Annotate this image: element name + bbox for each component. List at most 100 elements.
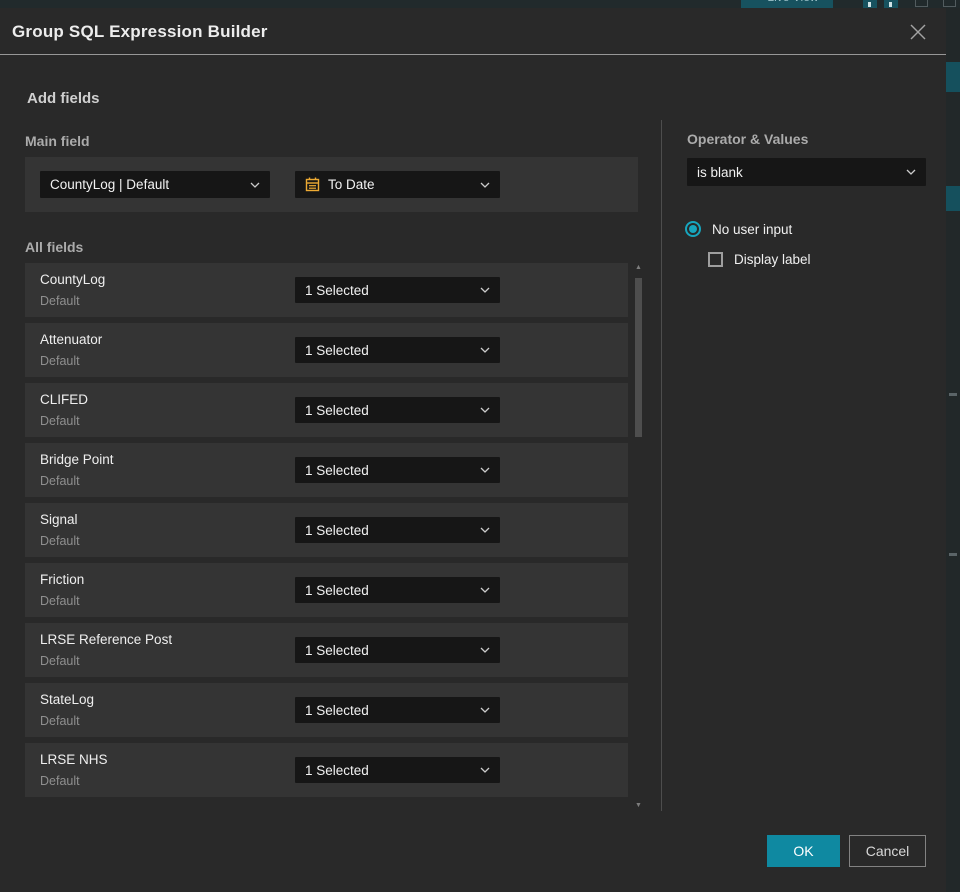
- all-fields-label: All fields: [25, 239, 84, 255]
- chevron-down-icon: [480, 467, 490, 473]
- operator-values-label: Operator & Values: [687, 131, 809, 147]
- background-app-top-strip: Live View: [0, 0, 960, 8]
- field-selected-dropdown[interactable]: 1 Selected: [295, 697, 500, 723]
- sidebar-fragment: [949, 393, 957, 396]
- dialog-header: Group SQL Expression Builder: [0, 8, 946, 55]
- display-label-checkbox[interactable]: Display label: [708, 252, 811, 267]
- toolbar-icon-fragment: [863, 0, 877, 8]
- field-name: Attenuator: [40, 332, 103, 347]
- scrollbar-thumb[interactable]: [635, 278, 642, 437]
- field-name: CLIFED: [40, 392, 89, 407]
- field-subtitle: Default: [40, 294, 80, 308]
- field-row-bridge-point: Bridge Point Default 1 Selected: [25, 443, 628, 497]
- field-row-friction: Friction Default 1 Selected: [25, 563, 628, 617]
- chevron-down-icon: [906, 169, 916, 175]
- chevron-down-icon: [480, 587, 490, 593]
- field-row-lrse-reference-post: LRSE Reference Post Default 1 Selected: [25, 623, 628, 677]
- close-button[interactable]: [904, 18, 932, 46]
- field-subtitle: Default: [40, 714, 80, 728]
- dropdown-value: 1 Selected: [305, 702, 369, 718]
- field-row-lrse-nhs: LRSE NHS Default 1 Selected: [25, 743, 628, 797]
- field-row-countylog: CountyLog Default 1 Selected: [25, 263, 628, 317]
- field-name: StateLog: [40, 692, 95, 707]
- ok-button[interactable]: OK: [767, 835, 840, 867]
- main-field-dropdown[interactable]: CountyLog | Default: [40, 171, 270, 198]
- chevron-down-icon: [250, 182, 260, 188]
- dropdown-value: 1 Selected: [305, 582, 369, 598]
- toolbar-icon-fragment: [943, 0, 956, 7]
- cancel-button[interactable]: Cancel: [849, 835, 926, 867]
- chevron-down-icon: [480, 527, 490, 533]
- main-field-label: Main field: [25, 133, 90, 149]
- radio-label: No user input: [712, 221, 793, 237]
- field-row-statelog: StateLog Default 1 Selected: [25, 683, 628, 737]
- no-user-input-radio[interactable]: No user input: [685, 221, 792, 237]
- main-field-panel: CountyLog | Default To Date: [25, 157, 638, 212]
- dropdown-value: is blank: [697, 164, 743, 180]
- add-fields-heading: Add fields: [27, 90, 100, 107]
- field-selected-dropdown[interactable]: 1 Selected: [295, 757, 500, 783]
- close-icon: [910, 24, 926, 40]
- field-subtitle: Default: [40, 534, 80, 548]
- dropdown-value: 1 Selected: [305, 282, 369, 298]
- field-row-signal: Signal Default 1 Selected: [25, 503, 628, 557]
- dropdown-value: To Date: [328, 177, 375, 192]
- radio-selected-icon: [685, 221, 701, 237]
- field-selected-dropdown[interactable]: 1 Selected: [295, 277, 500, 303]
- main-field-type-dropdown[interactable]: To Date: [295, 171, 500, 198]
- chevron-down-icon: [480, 407, 490, 413]
- field-row-attenuator: Attenuator Default 1 Selected: [25, 323, 628, 377]
- field-selected-dropdown[interactable]: 1 Selected: [295, 577, 500, 603]
- dropdown-value: CountyLog | Default: [50, 177, 170, 192]
- field-subtitle: Default: [40, 594, 80, 608]
- all-fields-list: CountyLog Default 1 Selected Attenuator …: [25, 263, 628, 803]
- field-selected-dropdown[interactable]: 1 Selected: [295, 397, 500, 423]
- checkbox-label: Display label: [734, 252, 811, 267]
- dropdown-value: 1 Selected: [305, 402, 369, 418]
- toolbar-icon-fragment: [884, 0, 898, 8]
- field-name: Friction: [40, 572, 85, 587]
- chevron-down-icon: [480, 767, 490, 773]
- field-row-clifed: CLIFED Default 1 Selected: [25, 383, 628, 437]
- chevron-down-icon: [480, 347, 490, 353]
- live-view-button: Live View: [741, 0, 833, 8]
- background-app-right-strip: [946, 8, 960, 892]
- dropdown-value: 1 Selected: [305, 762, 369, 778]
- field-selected-dropdown[interactable]: 1 Selected: [295, 517, 500, 543]
- chevron-down-icon: [480, 647, 490, 653]
- field-name: CountyLog: [40, 272, 106, 287]
- scroll-up-arrow-icon[interactable]: ▲: [633, 263, 644, 273]
- sidebar-fragment: [946, 62, 960, 92]
- fields-list-scrollbar[interactable]: ▲ ▼: [633, 263, 644, 811]
- dialog-title: Group SQL Expression Builder: [12, 22, 268, 41]
- field-subtitle: Default: [40, 654, 80, 668]
- toolbar-icon-fragment: [915, 0, 928, 7]
- live-view-label: Live View: [767, 0, 818, 4]
- field-name: LRSE NHS: [40, 752, 108, 767]
- field-subtitle: Default: [40, 354, 80, 368]
- field-name: Bridge Point: [40, 452, 114, 467]
- chevron-down-icon: [480, 287, 490, 293]
- field-selected-dropdown[interactable]: 1 Selected: [295, 337, 500, 363]
- dropdown-value: 1 Selected: [305, 642, 369, 658]
- vertical-divider: [661, 120, 662, 811]
- chevron-down-icon: [480, 707, 490, 713]
- field-subtitle: Default: [40, 474, 80, 488]
- group-sql-expression-builder-dialog: Group SQL Expression Builder Add fields …: [0, 8, 946, 892]
- field-name: LRSE Reference Post: [40, 632, 173, 647]
- dropdown-value: 1 Selected: [305, 522, 369, 538]
- field-name: Signal: [40, 512, 78, 527]
- sidebar-fragment: [949, 553, 957, 556]
- dropdown-value: 1 Selected: [305, 462, 369, 478]
- dropdown-value: 1 Selected: [305, 342, 369, 358]
- field-subtitle: Default: [40, 774, 80, 788]
- field-selected-dropdown[interactable]: 1 Selected: [295, 637, 500, 663]
- scroll-down-arrow-icon[interactable]: ▼: [633, 801, 644, 811]
- field-selected-dropdown[interactable]: 1 Selected: [295, 457, 500, 483]
- sidebar-fragment: [946, 186, 960, 211]
- operator-dropdown[interactable]: is blank: [687, 158, 926, 186]
- checkbox-unchecked-icon: [708, 252, 723, 267]
- field-subtitle: Default: [40, 414, 80, 428]
- calendar-icon: [305, 177, 320, 192]
- chevron-down-icon: [480, 182, 490, 188]
